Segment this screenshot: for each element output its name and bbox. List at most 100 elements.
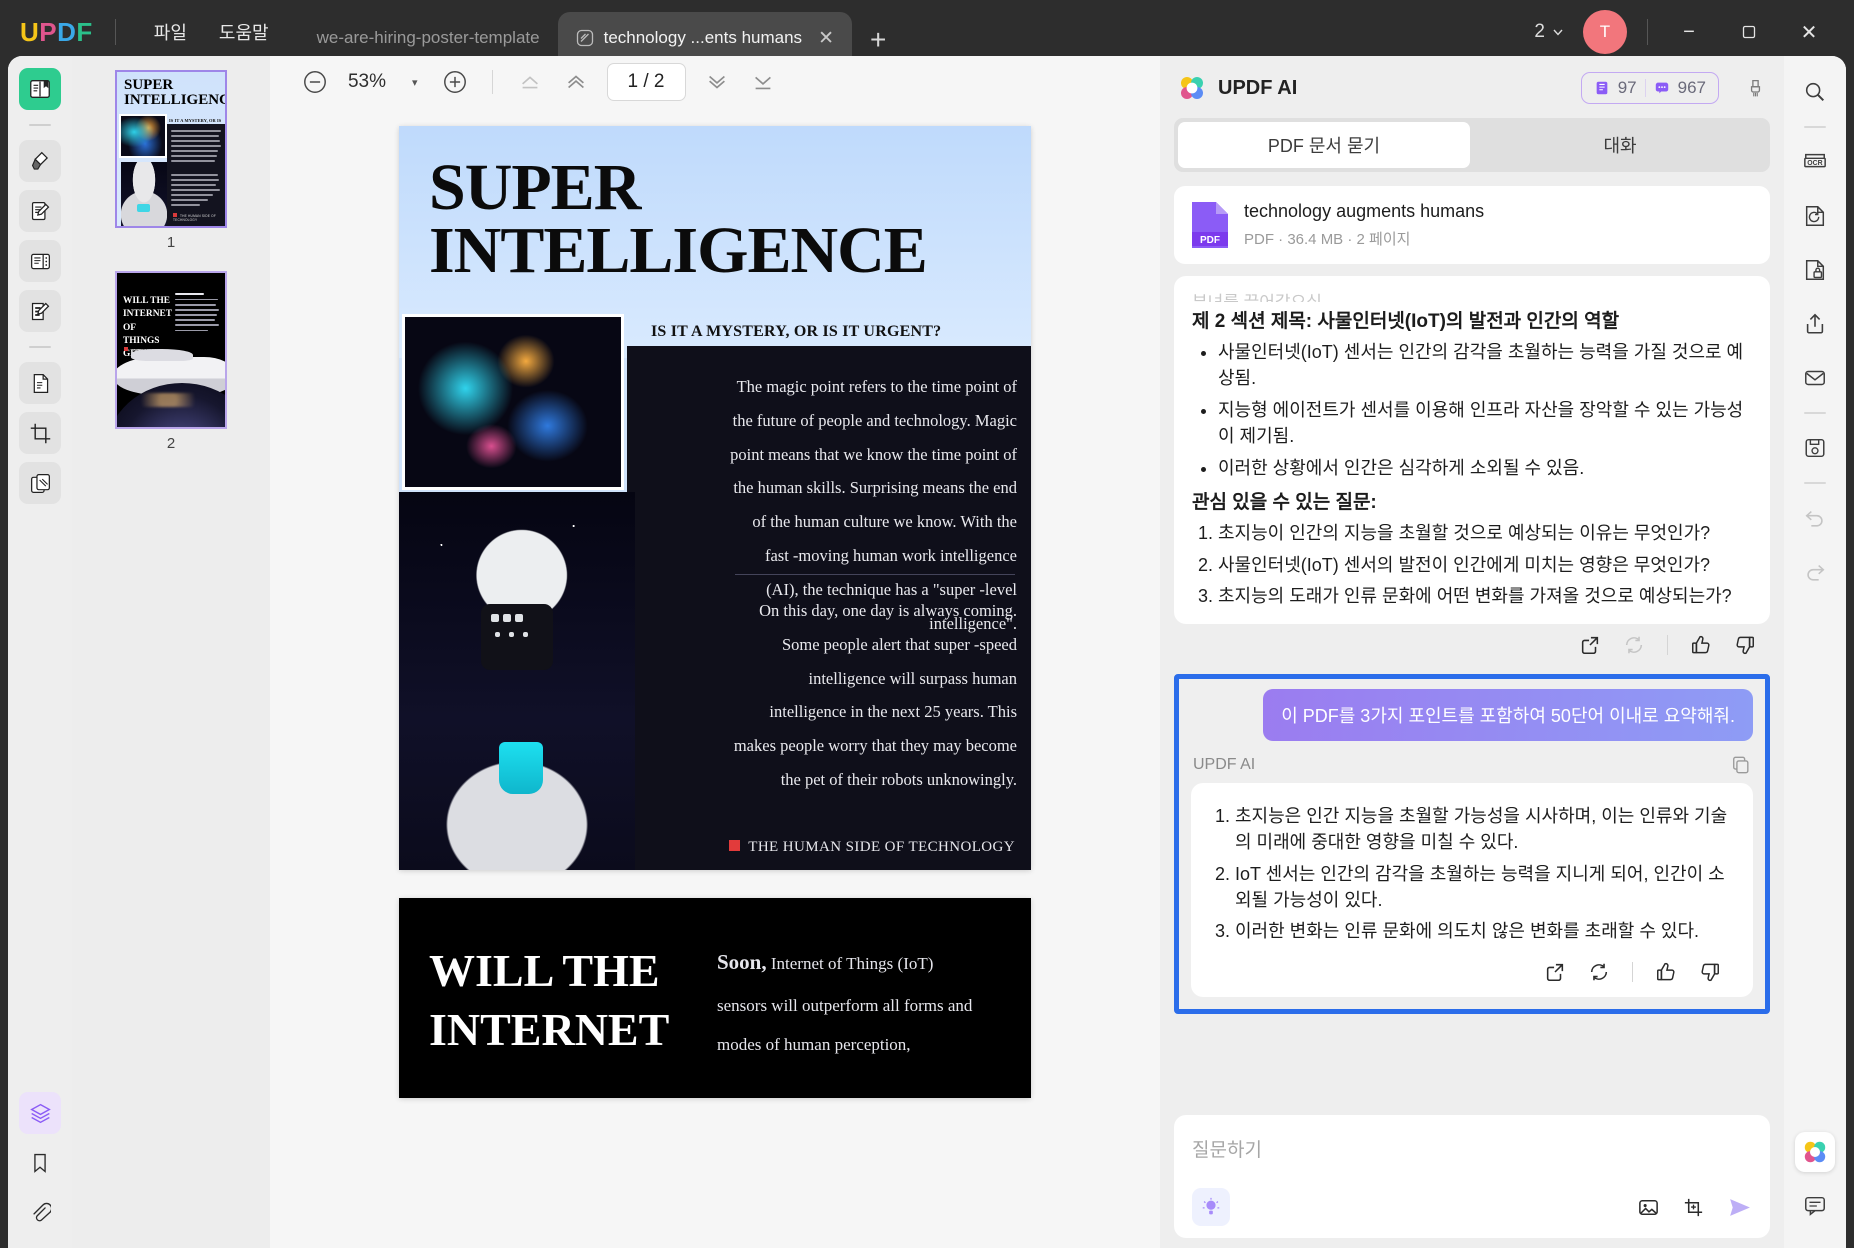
- pdf-tab-icon: [576, 29, 594, 47]
- snip-icon[interactable]: [1682, 1196, 1705, 1219]
- poster2-paragraph: Soon, Internet of Things (IoT) sensors w…: [717, 938, 987, 1064]
- svg-text:OCR: OCR: [1807, 160, 1822, 167]
- list-item: 초지능은 인간 지능을 초월할 가능성을 시사하며, 이는 인류와 기술의 미래…: [1235, 803, 1735, 856]
- pdf-page-2[interactable]: WILL THE INTERNET Soon, Internet of Thin…: [399, 898, 1031, 1098]
- new-tab-button[interactable]: +: [870, 24, 886, 56]
- poster-title: SUPER INTELLIGENCE: [429, 156, 1011, 283]
- credits-badge[interactable]: 97 967: [1581, 72, 1719, 104]
- attached-file-card[interactable]: PDF technology augments humans PDF · 36.…: [1174, 186, 1770, 264]
- page-indicator[interactable]: 1 / 2: [607, 63, 686, 101]
- pdf-file-icon: PDF: [1190, 200, 1230, 250]
- sidebar-item-compare[interactable]: [19, 462, 61, 504]
- thumbnail-item[interactable]: SUPERINTELLIGENCE IS IT A MYSTERY, OR IS…: [115, 70, 227, 251]
- tab-chat[interactable]: 대화: [1474, 122, 1766, 168]
- chevron-down-icon[interactable]: ▾: [412, 76, 418, 89]
- minimize-button[interactable]: −: [1662, 8, 1716, 56]
- chat-thread[interactable]: 부녀를 끌어갈으심. 제 2 섹션 제목: 사물인터넷(IoT)의 발전과 인간…: [1174, 276, 1770, 1103]
- go-last-page-button[interactable]: [740, 59, 786, 105]
- tab-count[interactable]: 2: [1534, 21, 1565, 43]
- assistant-message-previous: 부녀를 끌어갈으심. 제 2 섹션 제목: 사물인터넷(IoT)의 발전과 인간…: [1174, 276, 1770, 624]
- email-icon[interactable]: [1795, 358, 1835, 398]
- avatar[interactable]: T: [1583, 10, 1627, 54]
- thumbs-down-icon[interactable]: [1734, 634, 1756, 656]
- action-separator: [1667, 635, 1668, 655]
- sidebar-item-crop[interactable]: [19, 412, 61, 454]
- undo-icon[interactable]: [1795, 498, 1835, 538]
- sidebar-item-layers[interactable]: [19, 1092, 61, 1134]
- rail-separator-3: [1804, 482, 1826, 484]
- assistant-actions-current: [1209, 951, 1735, 989]
- go-first-page-button[interactable]: [507, 59, 553, 105]
- menu-help[interactable]: 도움말: [203, 13, 285, 51]
- brush-icon[interactable]: [1745, 78, 1766, 99]
- document-column: 53% ▾ 1 / 2: [270, 56, 1160, 1248]
- list-item: 초지능의 도래가 인류 문화에 어떤 변화를 가져올 것으로 예상되는가?: [1218, 583, 1752, 609]
- pdf-page-1[interactable]: SUPER INTELLIGENCE IS IT A MYSTERY, OR I…: [399, 126, 1031, 870]
- questions-list: 초지능이 인간의 지능을 초월할 것으로 예상되는 이유는 무엇인가? 사물인터…: [1218, 520, 1752, 609]
- protect-icon[interactable]: [1795, 250, 1835, 290]
- thumbs-down-icon[interactable]: [1699, 961, 1721, 983]
- share-icon[interactable]: [1579, 634, 1601, 656]
- redo-icon[interactable]: [1795, 552, 1835, 592]
- zoom-level[interactable]: 53%: [338, 71, 396, 93]
- chat-composer[interactable]: 질문하기: [1174, 1115, 1770, 1238]
- thumbnail-page-2[interactable]: WILL THEINTERNETOF THINGSGET SMART INTER…: [115, 271, 227, 429]
- ai-panel: UPDF AI 97 967 PDF 문서 묻기: [1160, 56, 1784, 1248]
- titlebar-right-group: 2 T − ✕: [1534, 8, 1854, 56]
- robot-image: [399, 492, 635, 870]
- sidebar-item-reader[interactable]: [19, 68, 61, 110]
- sidebar-item-highlighter[interactable]: [19, 140, 61, 182]
- app-shell: SUPERINTELLIGENCE IS IT A MYSTERY, OR IS…: [8, 56, 1846, 1248]
- menu-file[interactable]: 파일: [138, 13, 203, 51]
- tab-ask-pdf[interactable]: PDF 문서 묻기: [1178, 122, 1470, 168]
- copy-icon[interactable]: [1731, 755, 1751, 775]
- comment-icon[interactable]: [1795, 1186, 1835, 1226]
- share-icon[interactable]: [1795, 304, 1835, 344]
- scroll-down-button[interactable]: [694, 59, 740, 105]
- thumbnail-page-number: 1: [167, 234, 175, 251]
- zoom-in-button[interactable]: [432, 59, 478, 105]
- scroll-up-button[interactable]: [553, 59, 599, 105]
- answer-list: 초지능은 인간 지능을 초월할 가능성을 시사하며, 이는 인류와 기술의 미래…: [1235, 803, 1735, 945]
- lightbulb-icon[interactable]: [1192, 1188, 1230, 1226]
- chat-input-placeholder[interactable]: 질문하기: [1192, 1131, 1752, 1188]
- maximize-button[interactable]: [1722, 8, 1776, 56]
- sidebar-item-page-organize[interactable]: [19, 240, 61, 282]
- regenerate-icon[interactable]: [1588, 961, 1610, 983]
- questions-heading: 관심 있을 수 있는 질문:: [1192, 487, 1752, 514]
- ai-panel-header: UPDF AI 97 967: [1174, 68, 1770, 118]
- thumbs-up-icon[interactable]: [1655, 961, 1677, 983]
- ocr-icon[interactable]: OCR: [1795, 142, 1835, 182]
- tab-count-value: 2: [1534, 21, 1545, 43]
- thumbnail-item[interactable]: WILL THEINTERNETOF THINGSGET SMART INTER…: [115, 271, 227, 452]
- ai-mode-tabs: PDF 문서 묻기 대화: [1174, 118, 1770, 172]
- user-message: 이 PDF를 3가지 포인트를 포함하여 50단어 이내로 요약해줘.: [1263, 689, 1753, 741]
- document-viewport[interactable]: SUPER INTELLIGENCE IS IT A MYSTERY, OR I…: [270, 108, 1160, 1248]
- sidebar-item-convert[interactable]: [19, 362, 61, 404]
- action-separator: [1632, 962, 1633, 982]
- sidebar-item-form[interactable]: [19, 290, 61, 332]
- thumbnail-page-1[interactable]: SUPERINTELLIGENCE IS IT A MYSTERY, OR IS…: [115, 70, 227, 228]
- search-icon[interactable]: [1795, 72, 1835, 112]
- poster-kicker: IS IT A MYSTERY, OR IS IT URGENT?: [651, 323, 941, 341]
- thumb-page1-render: SUPERINTELLIGENCE IS IT A MYSTERY, OR IS…: [117, 72, 225, 226]
- thumbnail-pane[interactable]: SUPERINTELLIGENCE IS IT A MYSTERY, OR IS…: [72, 56, 270, 1248]
- save-icon[interactable]: [1795, 428, 1835, 468]
- close-button[interactable]: ✕: [1782, 8, 1836, 56]
- convert-icon[interactable]: [1795, 196, 1835, 236]
- close-tab-icon[interactable]: ✕: [818, 27, 834, 50]
- sidebar-item-bookmark[interactable]: [19, 1142, 61, 1184]
- file-meta: PDF · 36.4 MB · 2 페이지: [1244, 228, 1484, 249]
- composer-actions: [1637, 1195, 1752, 1220]
- image-icon[interactable]: [1637, 1196, 1660, 1219]
- sidebar-item-attachment[interactable]: [19, 1192, 61, 1234]
- updf-ai-icon[interactable]: [1795, 1132, 1835, 1172]
- sidebar-item-edit-pdf[interactable]: [19, 190, 61, 232]
- tab-strip: we-are-hiring-poster-template technology…: [299, 0, 887, 64]
- zoom-out-button[interactable]: [292, 59, 338, 105]
- send-icon[interactable]: [1727, 1195, 1752, 1220]
- thumbs-up-icon[interactable]: [1690, 634, 1712, 656]
- poster2-title: WILL THE INTERNET: [429, 942, 679, 1060]
- regenerate-icon[interactable]: [1623, 634, 1645, 656]
- share-icon[interactable]: [1544, 961, 1566, 983]
